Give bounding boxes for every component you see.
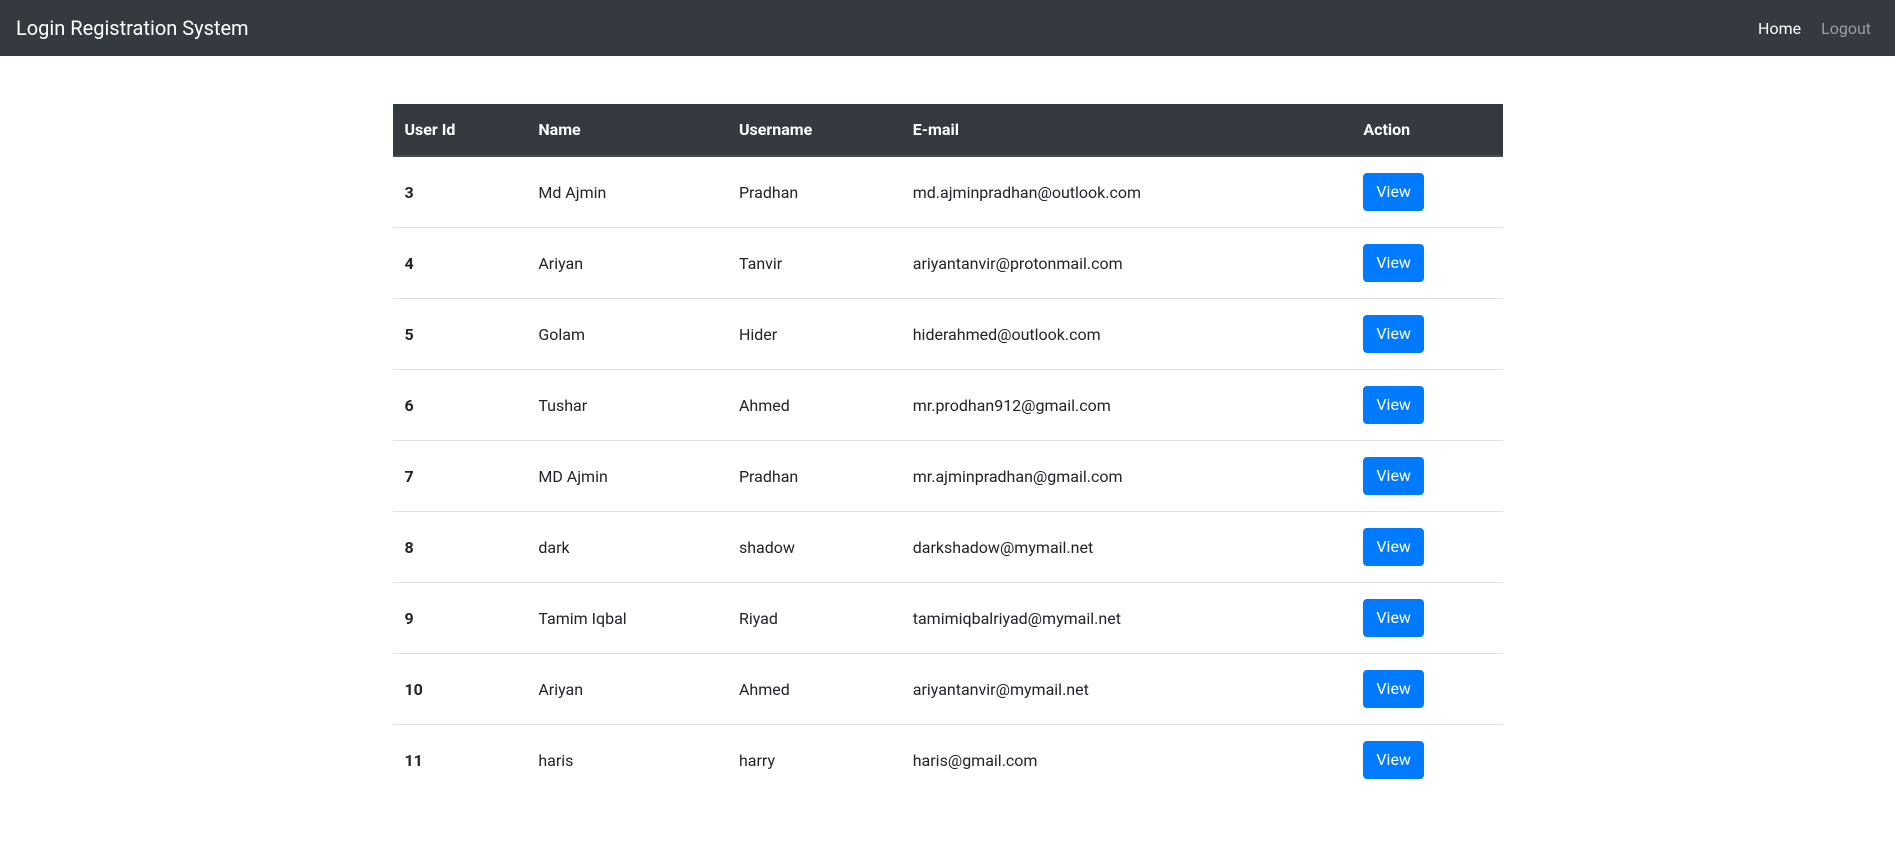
cell-email: darkshadow@mymail.net [901, 512, 1352, 583]
col-header-user-id: User Id [393, 104, 527, 156]
cell-action: View [1351, 583, 1502, 654]
main-container: User Id Name Username E-mail Action 3Md … [378, 104, 1518, 795]
cell-name: haris [526, 725, 727, 796]
table-row: 4AriyanTanvirariyantanvir@protonmail.com… [393, 228, 1503, 299]
cell-user-id: 10 [393, 654, 527, 725]
cell-name: Tamim Iqbal [526, 583, 727, 654]
cell-action: View [1351, 512, 1502, 583]
view-button[interactable]: View [1363, 670, 1424, 708]
cell-name: dark [526, 512, 727, 583]
table-header-row: User Id Name Username E-mail Action [393, 104, 1503, 156]
cell-name: Ariyan [526, 228, 727, 299]
cell-action: View [1351, 370, 1502, 441]
cell-action: View [1351, 725, 1502, 796]
nav-link-home[interactable]: Home [1750, 11, 1809, 46]
cell-action: View [1351, 654, 1502, 725]
cell-email: mr.prodhan912@gmail.com [901, 370, 1352, 441]
cell-action: View [1351, 299, 1502, 370]
cell-action: View [1351, 228, 1502, 299]
col-header-email: E-mail [901, 104, 1352, 156]
table-row: 8darkshadowdarkshadow@mymail.net View [393, 512, 1503, 583]
cell-user-id: 3 [393, 156, 527, 228]
cell-username: harry [727, 725, 901, 796]
cell-email: hiderahmed@outlook.com [901, 299, 1352, 370]
cell-name: Md Ajmin [526, 156, 727, 228]
col-header-name: Name [526, 104, 727, 156]
table-row: 6TusharAhmedmr.prodhan912@gmail.com View [393, 370, 1503, 441]
table-row: 7MD AjminPradhanmr.ajminpradhan@gmail.co… [393, 441, 1503, 512]
view-button[interactable]: View [1363, 457, 1424, 495]
navbar-brand[interactable]: Login Registration System [16, 12, 249, 44]
cell-name: MD Ajmin [526, 441, 727, 512]
cell-username: Ahmed [727, 654, 901, 725]
view-button[interactable]: View [1363, 244, 1424, 282]
users-table: User Id Name Username E-mail Action 3Md … [393, 104, 1503, 795]
table-row: 10AriyanAhmedariyantanvir@mymail.net View [393, 654, 1503, 725]
cell-name: Tushar [526, 370, 727, 441]
cell-user-id: 7 [393, 441, 527, 512]
cell-name: Ariyan [526, 654, 727, 725]
cell-email: tamimiqbalriyad@mymail.net [901, 583, 1352, 654]
table-row: 5GolamHiderhiderahmed@outlook.com View [393, 299, 1503, 370]
cell-username: Hider [727, 299, 901, 370]
view-button[interactable]: View [1363, 315, 1424, 353]
cell-username: Ahmed [727, 370, 901, 441]
cell-username: Tanvir [727, 228, 901, 299]
view-button[interactable]: View [1363, 741, 1424, 779]
table-row: 11harisharryharis@gmail.com View [393, 725, 1503, 796]
cell-email: haris@gmail.com [901, 725, 1352, 796]
cell-user-id: 9 [393, 583, 527, 654]
cell-email: ariyantanvir@mymail.net [901, 654, 1352, 725]
cell-user-id: 4 [393, 228, 527, 299]
view-button[interactable]: View [1363, 599, 1424, 637]
cell-email: md.ajminpradhan@outlook.com [901, 156, 1352, 228]
cell-action: View [1351, 156, 1502, 228]
cell-user-id: 11 [393, 725, 527, 796]
cell-username: shadow [727, 512, 901, 583]
col-header-action: Action [1351, 104, 1502, 156]
cell-email: mr.ajminpradhan@gmail.com [901, 441, 1352, 512]
view-button[interactable]: View [1363, 173, 1424, 211]
navbar-nav: Home Logout [1750, 19, 1879, 38]
cell-action: View [1351, 441, 1502, 512]
cell-user-id: 6 [393, 370, 527, 441]
cell-username: Pradhan [727, 441, 901, 512]
cell-email: ariyantanvir@protonmail.com [901, 228, 1352, 299]
cell-username: Riyad [727, 583, 901, 654]
col-header-username: Username [727, 104, 901, 156]
cell-user-id: 5 [393, 299, 527, 370]
table-row: 9Tamim IqbalRiyadtamimiqbalriyad@mymail.… [393, 583, 1503, 654]
navbar: Login Registration System Home Logout [0, 0, 1895, 56]
cell-user-id: 8 [393, 512, 527, 583]
cell-username: Pradhan [727, 156, 901, 228]
cell-name: Golam [526, 299, 727, 370]
table-row: 3Md AjminPradhanmd.ajminpradhan@outlook.… [393, 156, 1503, 228]
nav-link-logout[interactable]: Logout [1813, 11, 1879, 46]
view-button[interactable]: View [1363, 528, 1424, 566]
view-button[interactable]: View [1363, 386, 1424, 424]
